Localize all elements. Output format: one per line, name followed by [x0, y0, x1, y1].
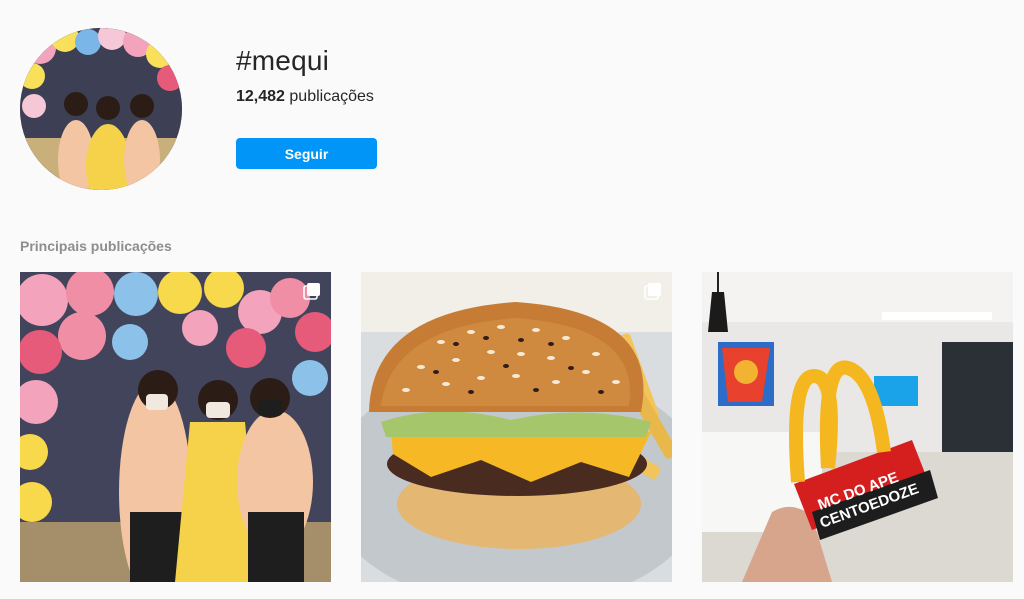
post-tile-3[interactable]: MC DO APE CENTOEDOZE — [702, 272, 1013, 582]
hashtag-header: #mequi 12,482 publicações Seguir — [0, 0, 1024, 210]
follow-button[interactable]: Seguir — [236, 138, 377, 169]
hashtag-avatar — [20, 28, 182, 190]
top-posts-title: Principais publicações — [20, 238, 172, 254]
post-count: 12,482 publicações — [236, 86, 374, 108]
carousel-icon — [303, 283, 320, 300]
post-count-label: publicações — [289, 88, 374, 105]
hashtag-info: #mequi 12,482 publicações — [236, 44, 374, 108]
post-count-number: 12,482 — [236, 88, 285, 105]
post-tile-2[interactable] — [361, 272, 672, 582]
top-posts-grid: MC DO APE CENTOEDOZE — [20, 272, 1024, 599]
post-tile-1[interactable] — [20, 272, 331, 582]
carousel-icon — [644, 283, 661, 300]
hashtag-title: #mequi — [236, 45, 330, 76]
